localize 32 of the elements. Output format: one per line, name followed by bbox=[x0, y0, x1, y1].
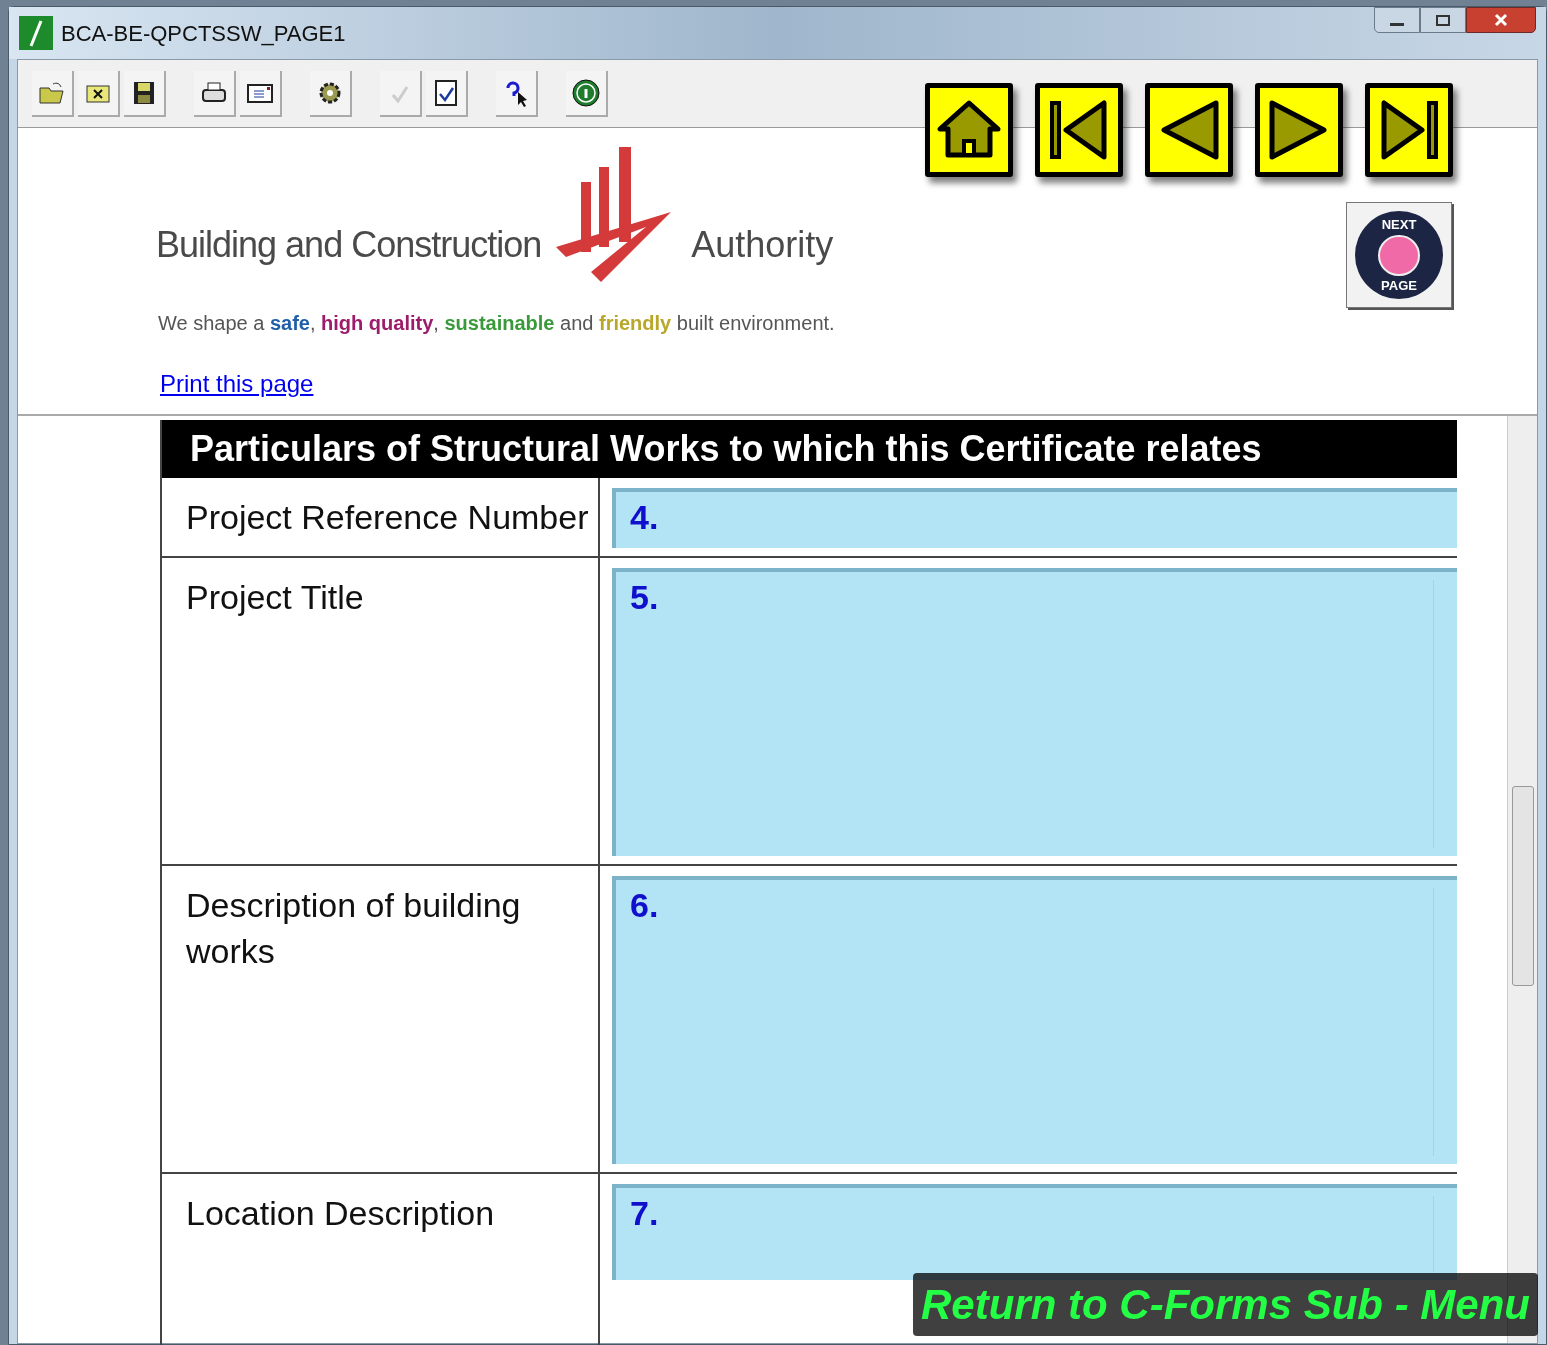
tagline: We shape a safe, high quality, sustainable and friendly built environment. bbox=[158, 311, 835, 336]
scrollbar-thumb[interactable] bbox=[1512, 786, 1534, 986]
print-link[interactable]: Print this page bbox=[160, 366, 314, 402]
text-area[interactable]: 7. bbox=[612, 1184, 1457, 1280]
app-icon bbox=[19, 16, 53, 50]
minimize-button[interactable] bbox=[1374, 7, 1420, 33]
field-label: Project Reference Number bbox=[186, 497, 590, 538]
section-heading: Particulars of Structural Works to which this Certificate relates bbox=[162, 420, 1457, 478]
text-area[interactable]: 5. bbox=[612, 568, 1457, 856]
return-link[interactable]: Return to C-Forms Sub - Menu bbox=[913, 1273, 1538, 1336]
close-icon bbox=[1494, 13, 1508, 27]
logo-text: Building and Construction bbox=[156, 223, 542, 267]
field-number: 7. bbox=[630, 1194, 659, 1232]
text-area[interactable]: 6. bbox=[612, 876, 1457, 1164]
field-label: Description of building works bbox=[186, 885, 522, 972]
input-field[interactable]: 4. bbox=[612, 488, 1457, 548]
first-page-button[interactable] bbox=[1035, 83, 1123, 177]
field-number: 6. bbox=[630, 886, 659, 924]
next-page-button[interactable]: NEXT PAGE bbox=[1346, 202, 1452, 308]
field-label: Location Description bbox=[186, 1193, 496, 1234]
previous-page-button[interactable] bbox=[1145, 83, 1233, 177]
home-button[interactable] bbox=[925, 83, 1013, 177]
next-button[interactable] bbox=[1255, 83, 1343, 177]
field-number: 4. bbox=[630, 498, 659, 536]
logo-text: Authority bbox=[691, 223, 834, 267]
last-page-button[interactable] bbox=[1365, 83, 1453, 177]
close-button[interactable] bbox=[1466, 7, 1536, 33]
window-title: BCA-BE-QPCTSSW_PAGE1 bbox=[61, 19, 346, 48]
maximize-button[interactable] bbox=[1420, 7, 1466, 33]
info-icon[interactable] bbox=[571, 77, 601, 108]
field-number: 5. bbox=[630, 578, 659, 616]
field-label: Project Title bbox=[186, 577, 365, 618]
